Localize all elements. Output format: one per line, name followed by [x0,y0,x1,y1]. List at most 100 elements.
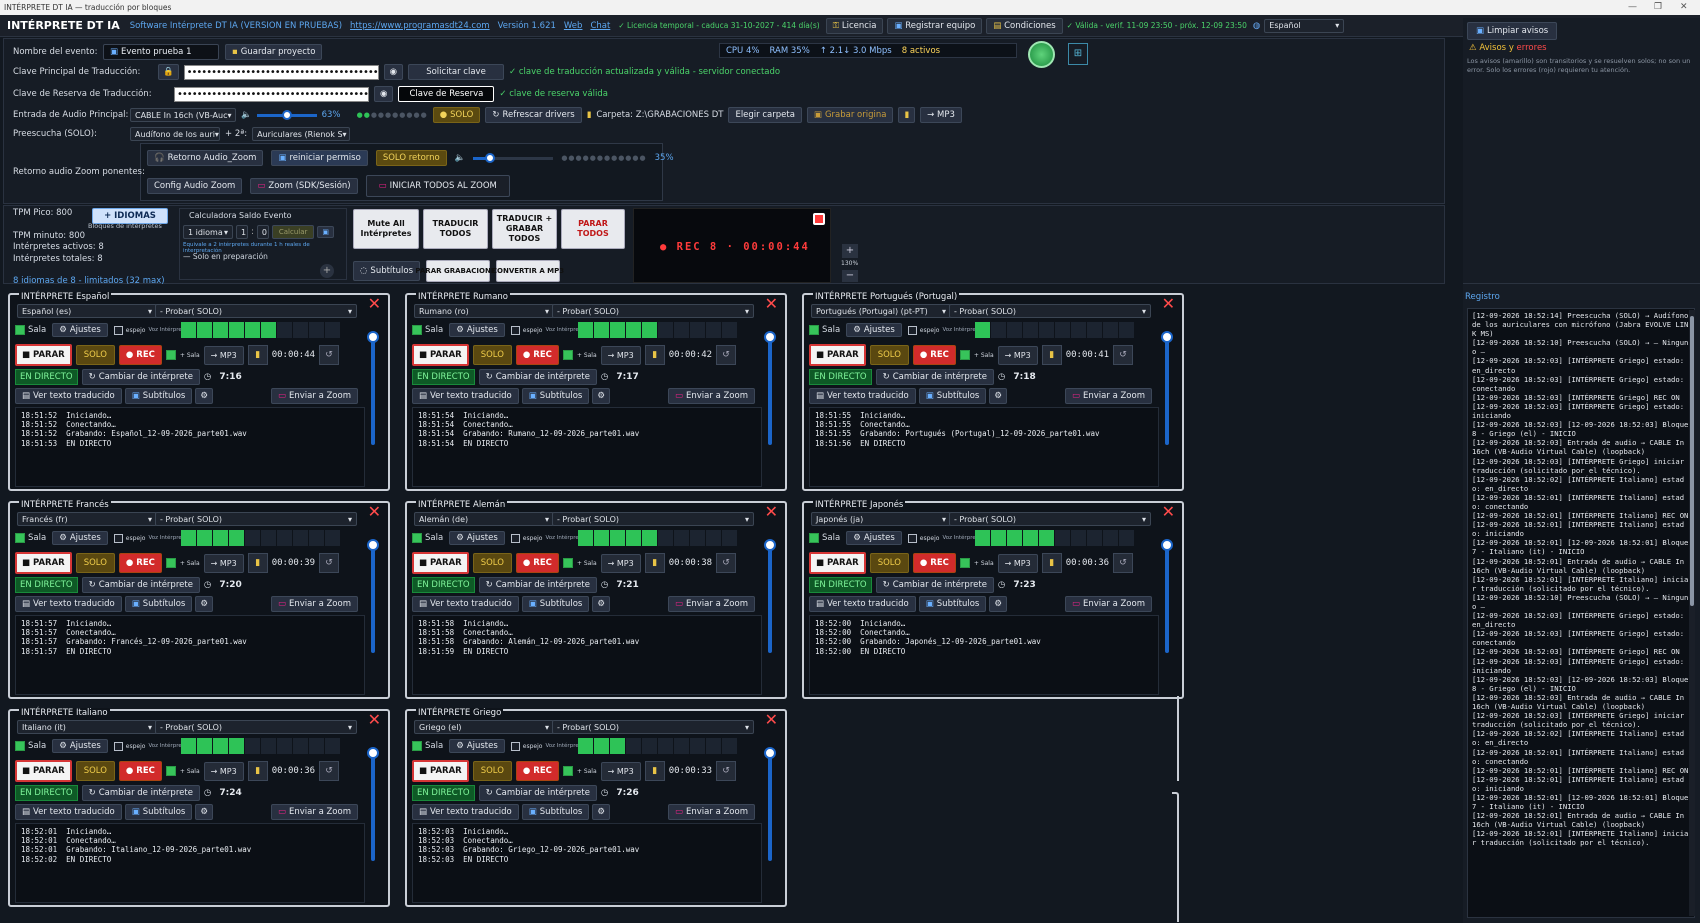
send-to-zoom-button[interactable]: ▭ Enviar a Zoom [1064,388,1152,404]
slider-knob[interactable] [1161,539,1173,551]
rec-button[interactable]: ● REC [515,345,559,365]
zoom-sdk-button[interactable]: ▭ Zoom (SDK/Sesión) [250,178,358,194]
conditions-button[interactable]: ▤ Condiciones [986,17,1063,34]
show-main-key-button[interactable]: ◉ [383,64,404,80]
view-translated-button[interactable]: ▤ Ver texto traducido [412,388,519,404]
change-interpreter-button[interactable]: ↻ Cambiar de intérprete [478,785,597,801]
folder-icon[interactable]: ▮ [247,553,268,573]
rec-button[interactable]: ● REC [515,761,559,781]
stop-button[interactable]: ■ PARAR [412,552,469,574]
probe-select[interactable]: - Probar( SOLO) ▾ [552,304,754,318]
card-subtitles-button[interactable]: ▣ Subtítulos [521,804,590,820]
interpreter-language-select[interactable]: Portugués (Portugal) (pt-PT) ▾ [811,304,951,318]
mp3-button[interactable]: → MP3 [203,553,244,573]
maximize-button[interactable]: ❐ [1654,0,1662,15]
calc-info-button[interactable]: ▣ [317,226,335,238]
stop-button[interactable]: ■ PARAR [412,344,469,366]
translate-record-all-button[interactable]: TRADUCIR + GRABAR TODOS [492,209,557,249]
rec-button[interactable]: ● REC [118,553,162,573]
close-window-button[interactable]: ✕ [1680,0,1688,15]
volume-slider[interactable] [1161,331,1173,445]
sala-checkbox[interactable] [412,325,422,335]
open-folder-button[interactable]: ▮ [898,107,916,123]
reset-icon[interactable]: ↺ [319,345,340,365]
change-interpreter-button[interactable]: ↻ Cambiar de intérprete [875,369,994,385]
sala-checkbox[interactable] [412,741,422,751]
mirror-checkbox[interactable] [113,741,123,751]
folder-icon[interactable]: ▮ [1041,553,1062,573]
change-interpreter-button[interactable]: ↻ Cambiar de intérprete [81,785,200,801]
change-interpreter-button[interactable]: ↻ Cambiar de intérprete [478,577,597,593]
mp3-button[interactable]: → MP3 [997,553,1038,573]
folder-icon[interactable]: ▮ [644,553,665,573]
reset-icon[interactable]: ↺ [716,553,737,573]
close-icon[interactable]: ✕ [1162,296,1175,312]
mp3-button[interactable]: → MP3 [600,553,641,573]
backup-key-input[interactable]: ••••••••••••••••••••••••••••••••••••••••… [174,86,369,102]
volume-slider[interactable] [367,331,379,445]
stop-button[interactable]: ■ PARAR [809,344,866,366]
solo-button[interactable]: SOLO [869,553,909,573]
choose-folder-button[interactable]: Elegir carpeta [728,107,802,123]
backup-key-button[interactable]: Clave de Reserva [398,86,495,102]
probe-select[interactable]: - Probar( SOLO) ▾ [552,512,754,526]
original-mp3-button[interactable]: → MP3 [920,107,962,123]
probe-select[interactable]: - Probar( SOLO) ▾ [155,304,357,318]
send-to-zoom-button[interactable]: ▭ Enviar a Zoom [270,804,358,820]
send-to-zoom-button[interactable]: ▭ Enviar a Zoom [667,596,755,612]
mp3-button[interactable]: → MP3 [203,761,244,781]
solo-button[interactable]: SOLO [75,345,115,365]
settings-button[interactable]: ⚙ Ajustes [846,531,902,545]
subtitles-button[interactable]: ◌ Subtítulos [353,261,421,281]
settings-button[interactable]: ⚙ Ajustes [449,739,505,753]
stop-button[interactable]: ■ PARAR [15,344,72,366]
slider-knob[interactable] [367,747,379,759]
reset-icon[interactable]: ↺ [1113,553,1134,573]
folder-icon[interactable]: ▮ [644,761,665,781]
card-settings-button[interactable]: ⚙ [592,804,610,820]
volume-slider[interactable] [764,747,776,861]
activity-log[interactable]: [12-09-2026 18:52:14] Preescucha (SOLO) … [1467,308,1695,918]
mirror-checkbox[interactable] [113,325,123,335]
send-to-zoom-button[interactable]: ▭ Enviar a Zoom [270,388,358,404]
folder-icon[interactable]: ▮ [247,345,268,365]
probe-select[interactable]: - Probar( SOLO) ▾ [949,512,1151,526]
send-to-zoom-button[interactable]: ▭ Enviar a Zoom [667,804,755,820]
reset-icon[interactable]: ↺ [319,761,340,781]
interpreter-language-select[interactable]: Alemán (de) ▾ [414,512,554,526]
card-settings-button[interactable]: ⚙ [195,804,213,820]
settings-button[interactable]: ⚙ Ajustes [52,739,108,753]
interpreter-language-select[interactable]: Japonés (ja) ▾ [811,512,951,526]
card-subtitles-button[interactable]: ▣ Subtítulos [124,596,193,612]
card-settings-button[interactable]: ⚙ [592,388,610,404]
log-scrollbar-thumb[interactable] [1690,316,1694,606]
sala-checkbox[interactable] [809,533,819,543]
calc-hours-input[interactable]: 1 [236,225,248,239]
translate-all-button[interactable]: TRADUCIR TODOS [423,209,488,249]
card-settings-button[interactable]: ⚙ [592,596,610,612]
calculate-button[interactable]: Calcular [271,225,315,239]
zoom-in-button[interactable]: + [842,244,858,258]
network-icon[interactable]: ⊞ [1068,43,1088,65]
show-backup-key-button[interactable]: ◉ [374,86,394,102]
mirror-checkbox[interactable] [907,325,917,335]
close-icon[interactable]: ✕ [765,504,778,520]
solo-button[interactable]: SOLO [472,761,512,781]
solo-button[interactable]: SOLO [75,761,115,781]
settings-button[interactable]: ⚙ Ajustes [449,323,505,337]
mirror-checkbox[interactable] [113,533,123,543]
slider-knob[interactable] [485,152,496,163]
volume-slider[interactable] [764,331,776,445]
calc-minutes-input[interactable]: 0 [256,225,269,239]
solo-button[interactable]: SOLO [472,345,512,365]
language-select[interactable]: Español ▾ [1264,18,1345,33]
zoom-out-button[interactable]: − [842,270,858,282]
prelisten-select[interactable]: Audífono de los auri ▾ [130,127,220,141]
volume-slider[interactable] [367,539,379,653]
plus-sala-checkbox[interactable] [959,350,970,360]
audio-volume-slider[interactable] [256,109,317,120]
folder-icon[interactable]: ▮ [644,345,665,365]
main-key-input[interactable]: ••••••••••••••••••••••••••••••••••••••••… [183,64,379,80]
volume-slider[interactable] [764,539,776,653]
change-interpreter-button[interactable]: ↻ Cambiar de intérprete [478,369,597,385]
